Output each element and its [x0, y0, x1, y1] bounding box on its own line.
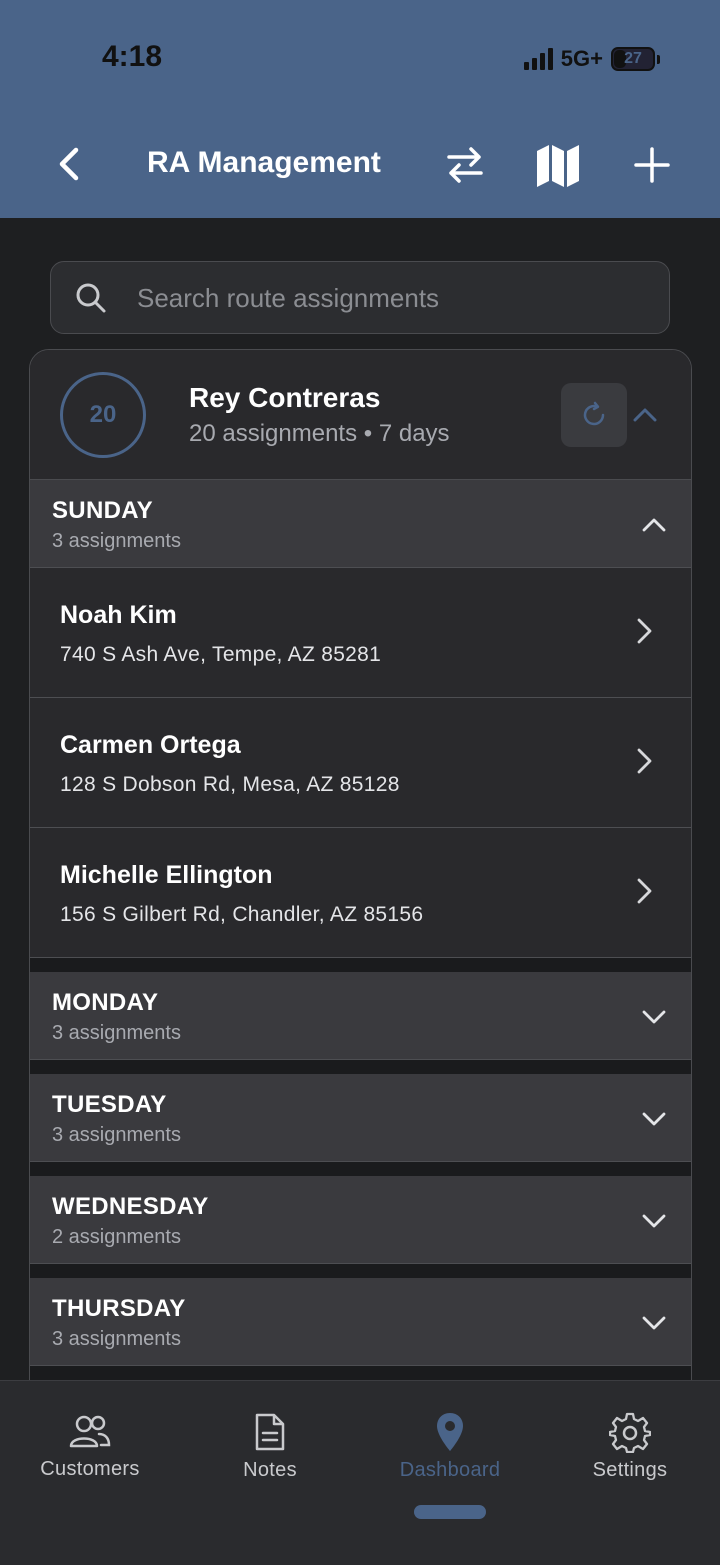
day-name: WEDNESDAY — [52, 1193, 209, 1220]
day-name: TUESDAY — [52, 1091, 167, 1118]
day-header-sunday[interactable]: SUNDAY 3 assignments — [30, 480, 691, 568]
nav-label: Settings — [592, 1459, 668, 1481]
assignment-item[interactable]: Noah Kim 740 S Ash Ave, Tempe, AZ 85281 — [30, 568, 691, 698]
day-name: THURSDAY — [52, 1295, 186, 1322]
chevron-up-icon — [642, 518, 666, 532]
day-count: 3 assignments — [52, 1328, 181, 1350]
map-icon — [537, 145, 579, 187]
refresh-button[interactable] — [561, 383, 627, 447]
customer-name: Noah Kim — [60, 601, 177, 629]
status-indicators: 5G+ 27 — [523, 44, 660, 74]
chevron-right-icon — [637, 878, 652, 904]
day-name: SUNDAY — [52, 497, 153, 524]
day-count: 2 assignments — [52, 1226, 181, 1248]
status-time: 4:18 — [102, 40, 163, 73]
chevron-right-icon — [637, 748, 652, 774]
nav-settings[interactable]: Settings — [540, 1411, 720, 1481]
gear-icon — [609, 1412, 651, 1453]
day-count: 3 assignments — [52, 1124, 181, 1146]
assignee-header[interactable]: 20 Rey Contreras 20 assignments • 7 days — [30, 350, 691, 480]
nav-label: Notes — [243, 1459, 297, 1481]
refresh-icon — [583, 401, 605, 426]
chevron-left-icon — [59, 147, 79, 181]
map-pin-icon — [437, 1413, 463, 1451]
active-tab-indicator — [414, 1505, 486, 1519]
signal-icon — [523, 48, 553, 70]
assignment-item[interactable]: Michelle Ellington 156 S Gilbert Rd, Cha… — [30, 828, 691, 958]
chevron-down-icon — [642, 1112, 666, 1126]
network-type: 5G+ — [560, 46, 603, 71]
swap-arrows-icon — [447, 147, 483, 183]
document-icon — [255, 1413, 285, 1451]
map-button[interactable] — [533, 140, 583, 190]
chevron-down-icon — [642, 1010, 666, 1024]
assignee-card: 20 Rey Contreras 20 assignments • 7 days… — [29, 349, 692, 1389]
nav-dashboard[interactable]: Dashboard — [360, 1411, 540, 1481]
assignee-name: Rey Contreras — [189, 382, 381, 413]
nav-label: Dashboard — [399, 1459, 501, 1481]
search-input[interactable] — [137, 276, 637, 320]
search-icon — [76, 283, 106, 313]
collapse-assignee-button[interactable] — [630, 400, 660, 435]
page-title: RA Management — [147, 146, 381, 179]
day-header-monday[interactable]: MONDAY 3 assignments — [30, 972, 691, 1060]
bottom-navigation: Customers Notes Dashboard Settings — [0, 1380, 720, 1565]
day-header-thursday[interactable]: THURSDAY 3 assignments — [30, 1278, 691, 1366]
search-bar — [50, 261, 670, 334]
day-count: 3 assignments — [52, 530, 181, 552]
customer-name: Michelle Ellington — [60, 861, 273, 889]
chevron-down-icon — [642, 1316, 666, 1330]
nav-customers[interactable]: Customers — [0, 1411, 180, 1481]
customer-address: 740 S Ash Ave, Tempe, AZ 85281 — [60, 643, 382, 666]
toolbar: RA Management — [0, 130, 720, 200]
battery-icon: 27 — [611, 47, 655, 71]
day-count: 3 assignments — [52, 1022, 181, 1044]
swap-button[interactable] — [440, 140, 490, 190]
day-header-tuesday[interactable]: TUESDAY 3 assignments — [30, 1074, 691, 1162]
battery-level: 27 — [624, 50, 642, 67]
chevron-up-icon — [633, 408, 657, 422]
day-header-wednesday[interactable]: WEDNESDAY 2 assignments — [30, 1176, 691, 1264]
nav-label: Customers — [40, 1458, 140, 1480]
chevron-right-icon — [637, 618, 652, 644]
back-button[interactable] — [48, 142, 92, 186]
customer-address: 156 S Gilbert Rd, Chandler, AZ 85156 — [60, 903, 424, 926]
add-button[interactable] — [627, 140, 677, 190]
assignment-count-avatar: 20 — [60, 372, 146, 458]
app-header: 4:18 5G+ 27 RA Management — [0, 0, 720, 218]
customer-name: Carmen Ortega — [60, 731, 241, 759]
day-name: MONDAY — [52, 989, 159, 1016]
assignment-item[interactable]: Carmen Ortega 128 S Dobson Rd, Mesa, AZ … — [30, 698, 691, 828]
users-icon — [69, 1415, 111, 1447]
customer-address: 128 S Dobson Rd, Mesa, AZ 85128 — [60, 773, 400, 796]
chevron-down-icon — [642, 1214, 666, 1228]
plus-icon — [634, 147, 670, 183]
nav-notes[interactable]: Notes — [180, 1411, 360, 1481]
assignee-summary: 20 assignments • 7 days — [189, 420, 450, 447]
